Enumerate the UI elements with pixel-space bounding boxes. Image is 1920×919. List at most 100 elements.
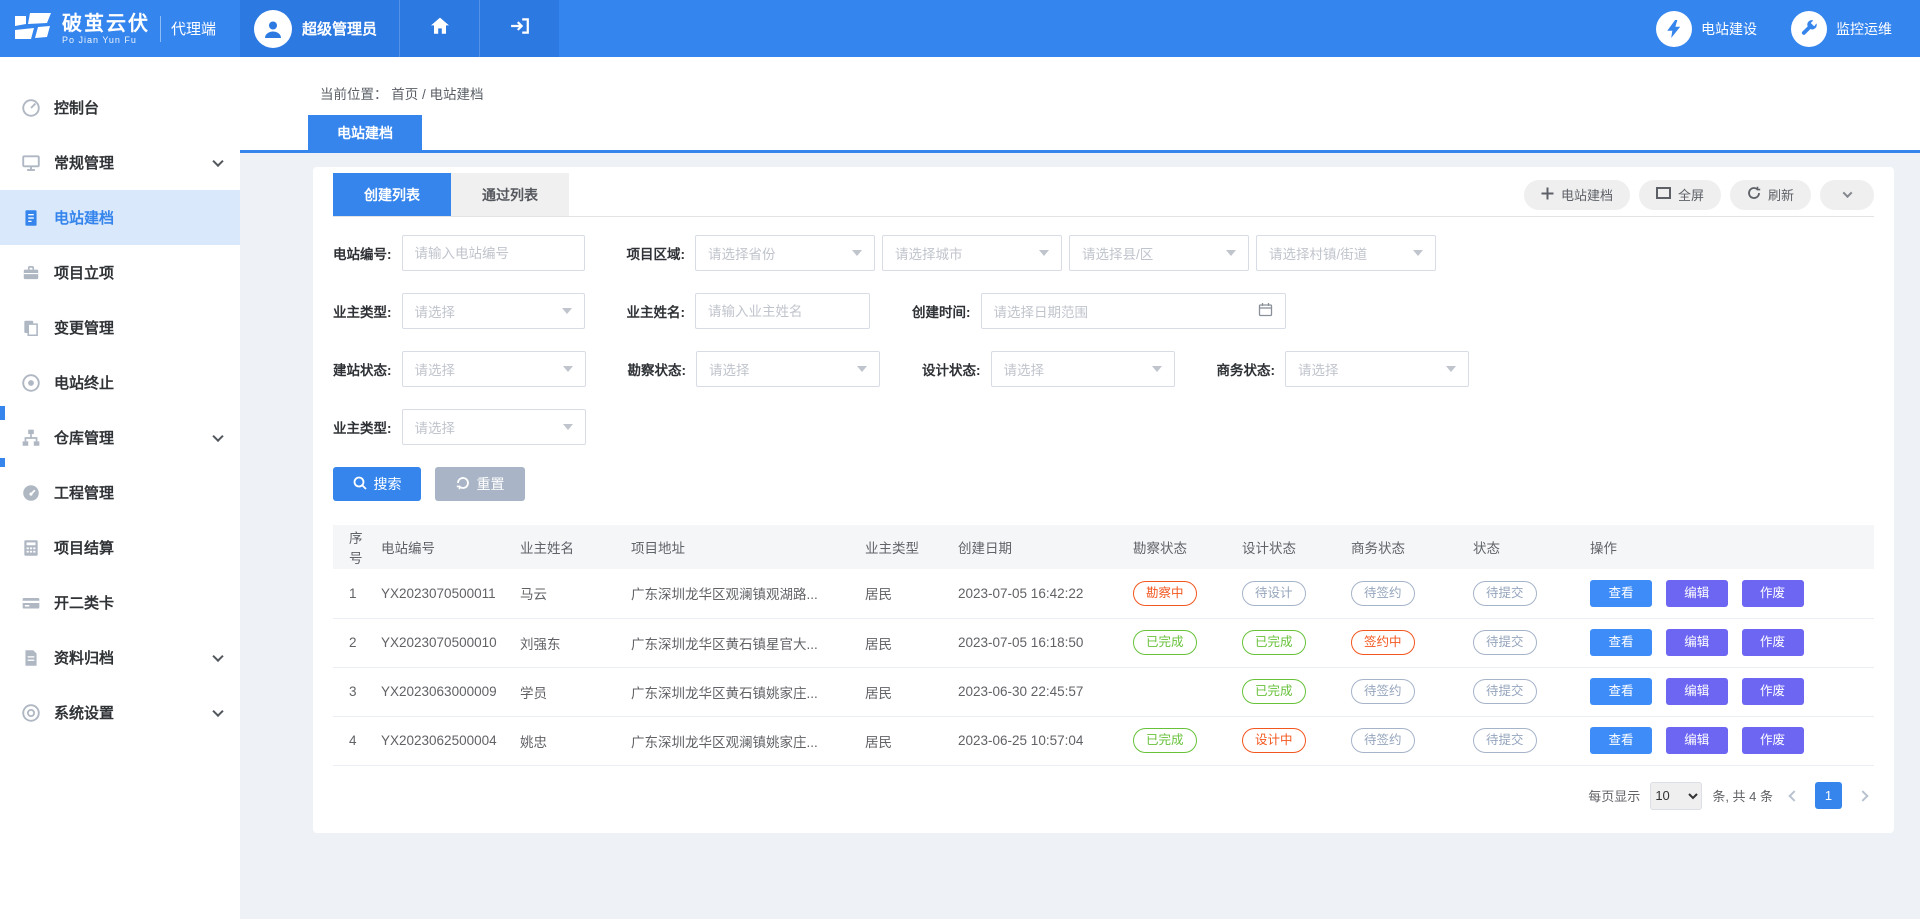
- owner-type-select[interactable]: 请选择: [402, 293, 585, 329]
- tab-created-list[interactable]: 创建列表: [333, 173, 451, 216]
- logout-icon: [510, 17, 530, 40]
- view-button[interactable]: 查看: [1590, 678, 1652, 705]
- region-label: 项目区域:: [627, 243, 686, 263]
- create-time-label: 创建时间:: [912, 301, 971, 321]
- avatar: [254, 10, 292, 48]
- survey-status-badge: 勘察中: [1133, 581, 1197, 606]
- date-range-input[interactable]: 请选择日期范围: [981, 293, 1286, 329]
- chevron-down-icon: [212, 430, 223, 441]
- breadcrumb-path: 首页 / 电站建档: [391, 87, 483, 102]
- city-select[interactable]: 请选择城市: [882, 235, 1062, 271]
- business-status-badge: 待签约: [1351, 728, 1415, 753]
- sidebar-item-warehouse-mgmt[interactable]: 仓库管理: [0, 410, 240, 465]
- create-station-button[interactable]: 电站建档: [1524, 180, 1630, 210]
- chevron-down-icon: [1842, 188, 1852, 198]
- owner-type2-select[interactable]: 请选择: [402, 409, 586, 445]
- per-page-select[interactable]: 10: [1650, 782, 1702, 810]
- caret-down-icon: [563, 424, 573, 430]
- sidebar-item-project-initiation[interactable]: 项目立项: [0, 245, 240, 300]
- view-button[interactable]: 查看: [1590, 629, 1652, 656]
- logo-subtitle: Po Jian Yun Fu: [62, 35, 150, 45]
- home-button[interactable]: [399, 0, 479, 57]
- edit-button[interactable]: 编辑: [1666, 580, 1728, 607]
- search-button[interactable]: 搜索: [333, 467, 421, 501]
- chevron-down-icon: [212, 155, 223, 166]
- top-header: 破茧云伏 Po Jian Yun Fu 代理端 超级管理员: [0, 0, 1920, 57]
- void-button[interactable]: 作废: [1742, 580, 1804, 607]
- business-status-badge: 待签约: [1351, 581, 1415, 606]
- caret-down-icon: [562, 308, 572, 314]
- sidebar-item-project-settlement[interactable]: 项目结算: [0, 520, 240, 575]
- nav-monitoring-ops-label: 监控运维: [1836, 19, 1892, 39]
- page-number-button[interactable]: 1: [1815, 782, 1842, 809]
- user-menu[interactable]: 超级管理员: [240, 0, 399, 57]
- sidebar-item-console[interactable]: 控制台: [0, 80, 240, 135]
- sidebar-item-station-archive[interactable]: 电站建档: [0, 190, 240, 245]
- build-status-select[interactable]: 请选择: [402, 351, 586, 387]
- business-status-badge: 签约中: [1351, 630, 1415, 655]
- collapse-toolbar-button[interactable]: [1820, 180, 1874, 210]
- nav-monitoring-ops[interactable]: 监控运维: [1791, 11, 1892, 47]
- table-row: 4 YX2023062500004 姚忠 广东深圳龙华区观澜镇姚家庄... 居民…: [333, 716, 1874, 765]
- reset-button[interactable]: 重置: [435, 467, 525, 501]
- sidebar-item-engineering-mgmt[interactable]: 工程管理: [0, 465, 240, 520]
- sidebar-item-open-type2-card[interactable]: 开二类卡: [0, 575, 240, 630]
- dashboard-icon: [20, 97, 42, 119]
- fullscreen-icon: [1656, 187, 1671, 202]
- refresh-button[interactable]: 刷新: [1730, 180, 1811, 210]
- caret-down-icon: [857, 366, 867, 372]
- void-button[interactable]: 作废: [1742, 727, 1804, 754]
- prev-page-button[interactable]: [1783, 785, 1805, 807]
- logo-divider: [160, 16, 161, 42]
- town-select[interactable]: 请选择村镇/街道: [1256, 235, 1436, 271]
- sidebar-item-data-archive[interactable]: 资料归档: [0, 630, 240, 685]
- sidebar-item-station-termination[interactable]: 电站终止: [0, 355, 240, 410]
- nav-station-construction[interactable]: 电站建设: [1656, 11, 1757, 47]
- logout-button[interactable]: [479, 0, 559, 57]
- survey-status-select[interactable]: 请选择: [696, 351, 880, 387]
- view-button[interactable]: 查看: [1590, 580, 1652, 607]
- main-content: 当前位置： 首页 / 电站建档 电站建档 创建列表 通过列表 电站建档: [240, 57, 1920, 919]
- logo[interactable]: 破茧云伏 Po Jian Yun Fu 代理端: [0, 0, 240, 57]
- sidebar-scrollbar-mark: [0, 406, 5, 420]
- document-icon: [20, 207, 42, 229]
- breadcrumb: 当前位置： 首页 / 电站建档: [240, 57, 1920, 103]
- card-icon: [20, 592, 42, 614]
- caret-down-icon: [1226, 250, 1236, 256]
- void-button[interactable]: 作废: [1742, 678, 1804, 705]
- edit-button[interactable]: 编辑: [1666, 727, 1728, 754]
- gear-icon: [20, 702, 42, 724]
- page-tab-station-archive[interactable]: 电站建档: [308, 115, 422, 150]
- breadcrumb-prefix: 当前位置：: [320, 87, 388, 102]
- nav-station-construction-label: 电站建设: [1701, 19, 1757, 39]
- logo-icon: [14, 11, 52, 46]
- design-status-badge: 已完成: [1242, 630, 1306, 655]
- tab-passed-list[interactable]: 通过列表: [451, 173, 569, 216]
- chevron-right-icon: [1857, 790, 1868, 801]
- chevron-down-icon: [212, 650, 223, 661]
- edit-button[interactable]: 编辑: [1666, 678, 1728, 705]
- station-code-input[interactable]: [402, 235, 585, 271]
- panel-card: 创建列表 通过列表 电站建档 全屏: [313, 167, 1894, 833]
- view-button[interactable]: 查看: [1590, 727, 1652, 754]
- sidebar-item-general-mgmt[interactable]: 常规管理: [0, 135, 240, 190]
- status-badge: 待提交: [1473, 728, 1537, 753]
- edit-button[interactable]: 编辑: [1666, 629, 1728, 656]
- fullscreen-button[interactable]: 全屏: [1639, 180, 1721, 210]
- design-status-select[interactable]: 请选择: [991, 351, 1175, 387]
- sidebar-item-change-mgmt[interactable]: 变更管理: [0, 300, 240, 355]
- header-right-nav: 电站建设 监控运维: [1656, 0, 1920, 57]
- calendar-icon: [1258, 302, 1273, 320]
- sidebar-item-system-settings[interactable]: 系统设置: [0, 685, 240, 740]
- owner-name-input[interactable]: [695, 293, 870, 329]
- province-select[interactable]: 请选择省份: [695, 235, 875, 271]
- county-select[interactable]: 请选择县/区: [1069, 235, 1249, 271]
- tab-underline: [240, 150, 1920, 153]
- caret-down-icon: [1446, 366, 1456, 372]
- caret-down-icon: [1039, 250, 1049, 256]
- design-status-badge: 设计中: [1242, 728, 1306, 753]
- next-page-button[interactable]: [1852, 785, 1874, 807]
- survey-status-badge: 已完成: [1133, 728, 1197, 753]
- business-status-select[interactable]: 请选择: [1285, 351, 1469, 387]
- void-button[interactable]: 作废: [1742, 629, 1804, 656]
